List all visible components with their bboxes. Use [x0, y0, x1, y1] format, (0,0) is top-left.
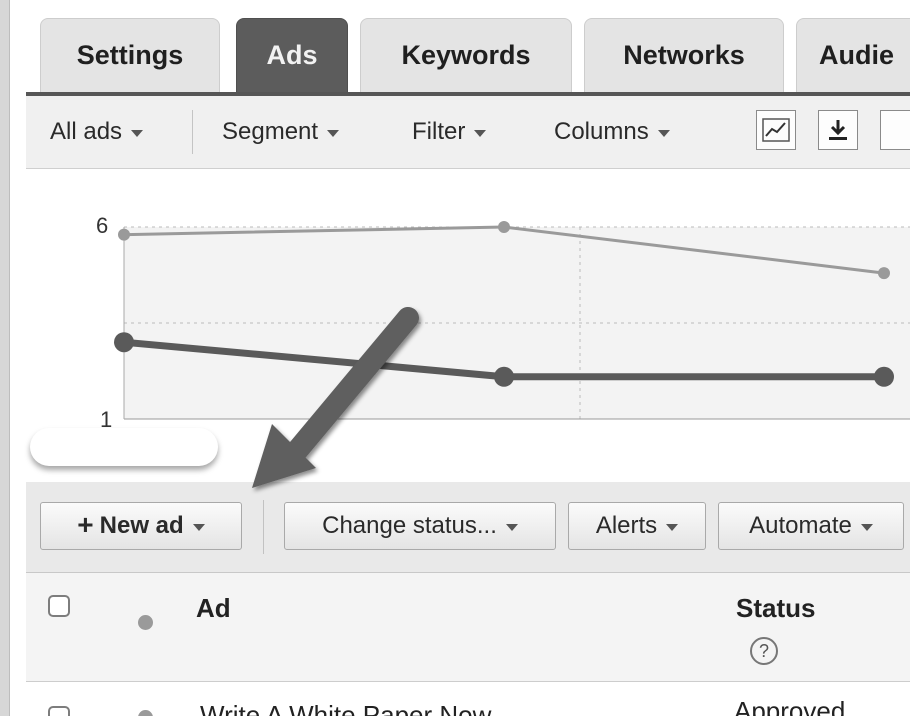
tab-audiences[interactable]: Audie [796, 18, 910, 92]
action-bar: + New ad Change status... Alerts Automate [26, 482, 910, 573]
chevron-down-icon [505, 523, 518, 531]
columns-label: Columns [554, 118, 649, 145]
tab-keywords[interactable]: Keywords [360, 18, 572, 92]
ad-title-link[interactable]: Write A White Paper Now [200, 700, 491, 716]
tab-label: Networks [623, 40, 745, 70]
filter-label: Filter [412, 118, 466, 145]
tab-label: Keywords [401, 40, 531, 70]
ad-column-header[interactable]: Ad [196, 593, 231, 624]
data-point [114, 332, 134, 353]
action-divider [263, 500, 264, 554]
data-point [878, 267, 890, 280]
line-chart-icon [762, 118, 790, 142]
select-all-checkbox[interactable] [48, 595, 70, 617]
alerts-button[interactable]: Alerts [568, 502, 706, 550]
status-dot-icon [138, 710, 153, 716]
automate-label: Automate [749, 512, 852, 539]
table-header: Ad Status ? [26, 573, 910, 682]
row-checkbox[interactable] [48, 706, 70, 716]
status-column-header[interactable]: Status [736, 593, 815, 624]
tab-ads[interactable]: Ads [236, 18, 348, 92]
new-ad-label: New ad [99, 512, 184, 539]
segment-label: Segment [222, 118, 319, 145]
chevron-down-icon [666, 523, 679, 531]
chevron-down-icon [474, 129, 487, 137]
y-tick-label: 6 [96, 213, 109, 238]
all-ads-label: All ads [50, 118, 123, 145]
automate-button[interactable]: Automate [718, 502, 904, 550]
data-point [498, 221, 510, 233]
plus-icon: + [77, 509, 94, 540]
chevron-down-icon [860, 523, 873, 531]
left-rail [0, 0, 10, 716]
change-status-label: Change status... [322, 512, 497, 539]
filter-dropdown[interactable]: Filter [412, 96, 487, 168]
segment-dropdown[interactable]: Segment [222, 96, 340, 168]
alerts-label: Alerts [595, 512, 658, 539]
data-point [494, 366, 514, 387]
status-dot-icon [138, 615, 153, 630]
tab-bar: Settings Ads Keywords Networks Audie [26, 0, 910, 96]
help-icon[interactable]: ? [750, 637, 778, 665]
tab-networks[interactable]: Networks [584, 18, 784, 92]
tab-label: Settings [76, 40, 184, 70]
highlight-pill [30, 428, 218, 466]
toolbar-divider [192, 110, 193, 154]
chart-toggle-button[interactable] [756, 110, 796, 150]
new-ad-button[interactable]: + New ad [40, 502, 242, 550]
change-status-button[interactable]: Change status... [284, 502, 556, 550]
chevron-down-icon [131, 129, 144, 137]
chevron-down-icon [192, 523, 205, 531]
columns-dropdown[interactable]: Columns [554, 96, 670, 168]
tab-label: Audie [819, 40, 895, 70]
table-row[interactable]: Write A White Paper Now Approved [26, 682, 910, 716]
all-ads-dropdown[interactable]: All ads [50, 96, 144, 168]
data-point [118, 228, 130, 241]
tab-label: Ads [266, 40, 318, 70]
more-button[interactable] [880, 110, 910, 150]
ad-status: Approved [734, 696, 846, 716]
data-point [874, 366, 894, 387]
chevron-down-icon [657, 129, 670, 137]
chevron-down-icon [327, 129, 340, 137]
tab-settings[interactable]: Settings [40, 18, 220, 92]
download-button[interactable] [818, 110, 858, 150]
download-icon [829, 120, 847, 140]
